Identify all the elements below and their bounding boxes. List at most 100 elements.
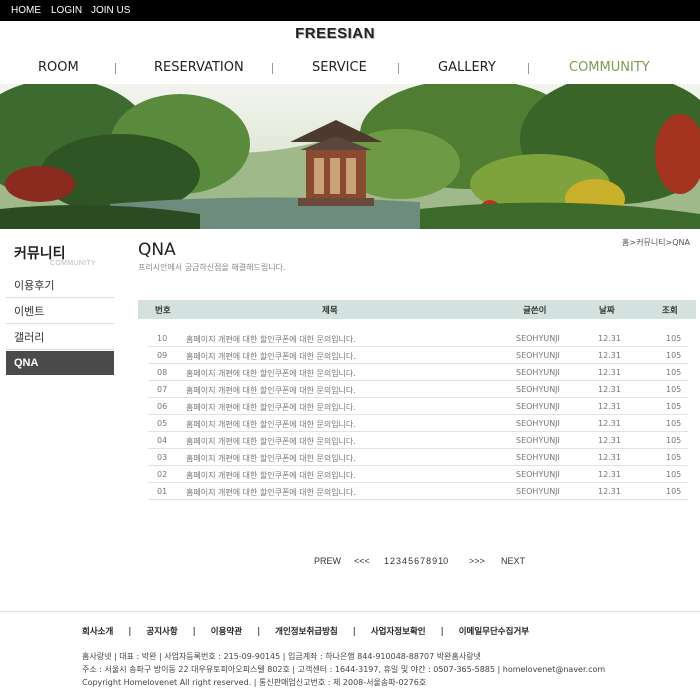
footer-link-notice[interactable]: 공지사항 bbox=[146, 627, 177, 637]
page-2[interactable]: 2 bbox=[390, 556, 395, 566]
prev-page-button[interactable]: PREW bbox=[314, 556, 341, 566]
next-page-button[interactable]: NEXT bbox=[501, 556, 525, 566]
login-link[interactable]: LOGIN bbox=[51, 5, 82, 16]
row-views: 105 bbox=[666, 419, 682, 428]
table-row[interactable]: 10 홈페이지 개편에 대한 할인쿠폰에 대한 문의입니다. SEOHYUNJI 12… bbox=[148, 330, 688, 347]
first-page-button[interactable]: <<< bbox=[354, 556, 370, 566]
nav-service[interactable]: SERVICE bbox=[312, 60, 367, 75]
row-date: 12.31 bbox=[598, 402, 621, 411]
row-views: 105 bbox=[666, 385, 682, 394]
page-8[interactable]: 8 bbox=[426, 556, 431, 566]
row-title[interactable]: 홈페이지 개편에 대한 할인쿠폰에 대한 문의입니다. bbox=[186, 419, 356, 430]
nav-reservation[interactable]: RESERVATION bbox=[154, 60, 244, 75]
col-header-title: 제목 bbox=[322, 306, 338, 316]
page-10[interactable]: 10 bbox=[438, 556, 448, 566]
page-numbers: 12345678910 bbox=[384, 556, 449, 566]
footer-link-business-info[interactable]: 사업자정보확인 bbox=[371, 627, 426, 637]
row-date: 12.31 bbox=[598, 334, 621, 343]
table-row[interactable]: 01 홈페이지 개편에 대한 할인쿠폰에 대한 문의입니다. SEOHYUNJI 12… bbox=[148, 483, 688, 500]
nav-community[interactable]: COMMUNITY bbox=[569, 60, 650, 75]
row-views: 105 bbox=[666, 334, 682, 343]
site-logo[interactable]: FREESIAN bbox=[0, 25, 670, 42]
row-views: 105 bbox=[666, 436, 682, 445]
row-views: 105 bbox=[666, 368, 682, 377]
table-row[interactable]: 09 홈페이지 개편에 대한 할인쿠폰에 대한 문의입니다. SEOHYUNJI 12… bbox=[148, 347, 688, 364]
row-number: 02 bbox=[157, 470, 168, 479]
row-date: 12.31 bbox=[598, 487, 621, 496]
sidebar-item-gallery[interactable]: 갤러리 bbox=[6, 326, 114, 350]
breadcrumb: 홈>커뮤니티>QNA bbox=[622, 238, 690, 247]
page-description: 프리시안에서 궁금하신점을 해결해드립니다. bbox=[138, 263, 286, 272]
row-number: 09 bbox=[157, 351, 168, 360]
row-views: 105 bbox=[666, 470, 682, 479]
page-7[interactable]: 7 bbox=[420, 556, 425, 566]
page-4[interactable]: 4 bbox=[402, 556, 407, 566]
page-1[interactable]: 1 bbox=[384, 556, 389, 566]
row-author: SEOHYUNJI bbox=[516, 436, 560, 445]
last-page-button[interactable]: >>> bbox=[469, 556, 485, 566]
col-header-views: 조회 bbox=[662, 306, 678, 316]
footer-link-privacy[interactable]: 개인정보취급방침 bbox=[275, 627, 338, 637]
col-header-date: 날짜 bbox=[599, 306, 615, 316]
row-date: 12.31 bbox=[598, 419, 621, 428]
sidebar-item-qna[interactable]: QNA bbox=[6, 351, 114, 375]
nav-divider bbox=[115, 63, 116, 74]
row-author: SEOHYUNJI bbox=[516, 351, 560, 360]
nav-room[interactable]: ROOM bbox=[38, 60, 79, 75]
row-title[interactable]: 홈페이지 개편에 대한 할인쿠폰에 대한 문의입니다. bbox=[186, 402, 356, 413]
row-author: SEOHYUNJI bbox=[516, 334, 560, 343]
table-row[interactable]: 03 홈페이지 개편에 대한 할인쿠폰에 대한 문의입니다. SEOHYUNJI 12… bbox=[148, 449, 688, 466]
row-title[interactable]: 홈페이지 개편에 대한 할인쿠폰에 대한 문의입니다. bbox=[186, 334, 356, 345]
sidebar-item-reviews[interactable]: 이용후기 bbox=[6, 274, 114, 298]
nav-gallery[interactable]: GALLERY bbox=[438, 60, 496, 75]
page-title: QNA bbox=[138, 240, 176, 260]
nav-divider bbox=[272, 63, 273, 74]
nav-divider bbox=[528, 63, 529, 74]
page-6[interactable]: 6 bbox=[414, 556, 419, 566]
join-link[interactable]: JOIN US bbox=[91, 5, 130, 16]
row-author: SEOHYUNJI bbox=[516, 385, 560, 394]
home-link[interactable]: HOME bbox=[11, 5, 41, 16]
row-author: SEOHYUNJI bbox=[516, 487, 560, 496]
table-row[interactable]: 06 홈페이지 개편에 대한 할인쿠폰에 대한 문의입니다. SEOHYUNJI 12… bbox=[148, 398, 688, 415]
footer-link-terms[interactable]: 이용약관 bbox=[211, 627, 242, 637]
row-title[interactable]: 홈페이지 개편에 대한 할인쿠폰에 대한 문의입니다. bbox=[186, 470, 356, 481]
row-number: 04 bbox=[157, 436, 168, 445]
row-author: SEOHYUNJI bbox=[516, 402, 560, 411]
nav-divider bbox=[398, 63, 399, 74]
row-number: 10 bbox=[157, 334, 168, 343]
row-title[interactable]: 홈페이지 개편에 대한 할인쿠폰에 대한 문의입니다. bbox=[186, 436, 356, 447]
table-row[interactable]: 07 홈페이지 개편에 대한 할인쿠폰에 대한 문의입니다. SEOHYUNJI 12… bbox=[148, 381, 688, 398]
hero-banner-garden-image bbox=[0, 84, 700, 229]
row-number: 05 bbox=[157, 419, 168, 428]
row-title[interactable]: 홈페이지 개편에 대한 할인쿠폰에 대한 문의입니다. bbox=[186, 351, 356, 362]
col-header-num: 번호 bbox=[155, 306, 171, 316]
row-title[interactable]: 홈페이지 개편에 대한 할인쿠폰에 대한 문의입니다. bbox=[186, 385, 356, 396]
row-title[interactable]: 홈페이지 개편에 대한 할인쿠폰에 대한 문의입니다. bbox=[186, 368, 356, 379]
row-number: 01 bbox=[157, 487, 168, 496]
row-title[interactable]: 홈페이지 개편에 대한 할인쿠폰에 대한 문의입니다. bbox=[186, 487, 356, 498]
row-number: 08 bbox=[157, 368, 168, 377]
row-date: 12.31 bbox=[598, 368, 621, 377]
table-row[interactable]: 08 홈페이지 개편에 대한 할인쿠폰에 대한 문의입니다. SEOHYUNJI 12… bbox=[148, 364, 688, 381]
table-row[interactable]: 02 홈페이지 개편에 대한 할인쿠폰에 대한 문의입니다. SEOHYUNJI 12… bbox=[148, 466, 688, 483]
footer-link-company[interactable]: 회사소개 bbox=[82, 627, 113, 637]
page-3[interactable]: 3 bbox=[396, 556, 401, 566]
col-header-author: 글쓴이 bbox=[523, 306, 547, 316]
table-row[interactable]: 04 홈페이지 개편에 대한 할인쿠폰에 대한 문의입니다. SEOHYUNJI 12… bbox=[148, 432, 688, 449]
row-number: 03 bbox=[157, 453, 168, 462]
row-author: SEOHYUNJI bbox=[516, 470, 560, 479]
sidebar-item-events[interactable]: 이벤트 bbox=[6, 300, 114, 324]
row-title[interactable]: 홈페이지 개편에 대한 할인쿠폰에 대한 문의입니다. bbox=[186, 453, 356, 464]
row-date: 12.31 bbox=[598, 351, 621, 360]
table-row[interactable]: 05 홈페이지 개편에 대한 할인쿠폰에 대한 문의입니다. SEOHYUNJI 12… bbox=[148, 415, 688, 432]
page-5[interactable]: 5 bbox=[408, 556, 413, 566]
garden-illustration bbox=[0, 84, 700, 229]
row-number: 06 bbox=[157, 402, 168, 411]
page-9[interactable]: 9 bbox=[432, 556, 437, 566]
row-views: 105 bbox=[666, 351, 682, 360]
row-date: 12.31 bbox=[598, 436, 621, 445]
row-views: 105 bbox=[666, 453, 682, 462]
footer-links: 회사소개 | 공지사항 | 이용약관 | 개인정보취급방침 | 사업자정보확인 | 이메일무단수집거… bbox=[82, 627, 530, 637]
footer-link-email-refusal[interactable]: 이메일무단수집거부 bbox=[459, 627, 529, 637]
